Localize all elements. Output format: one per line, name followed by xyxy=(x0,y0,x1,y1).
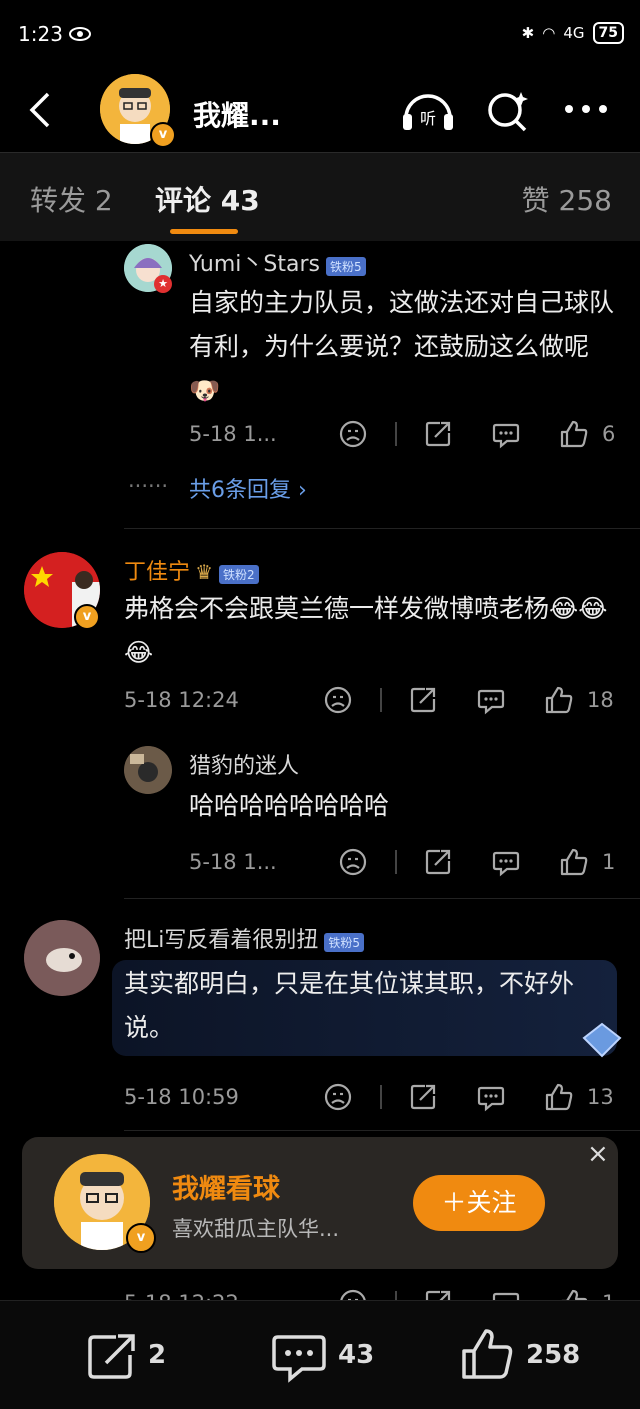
share-icon[interactable] xyxy=(424,848,452,876)
bluetooth-icon: ✱ xyxy=(521,24,535,42)
reply-icon[interactable] xyxy=(492,849,520,877)
dislike-face-icon[interactable] xyxy=(339,848,367,876)
verified-badge-icon: v xyxy=(150,122,176,148)
like-icon[interactable] xyxy=(545,686,573,714)
comment-time: 5-18 1... xyxy=(189,850,277,874)
comment-time: 5-18 12:24 xyxy=(124,688,239,712)
comment-text: 哈哈哈哈哈哈哈哈 xyxy=(189,791,390,820)
reply-icon[interactable] xyxy=(492,421,520,449)
like-count: 258 xyxy=(526,1340,581,1370)
comment-time: 5-18 10:59 xyxy=(124,1085,239,1109)
repost-icon[interactable] xyxy=(86,1331,138,1381)
separator xyxy=(380,1085,382,1109)
fan-badge: 铁粉2 xyxy=(219,565,259,584)
fan-badge: 铁粉5 xyxy=(324,933,365,952)
separator xyxy=(380,688,382,712)
replies-dots: ······ xyxy=(128,474,169,498)
follow-button[interactable]: ＋关注 xyxy=(413,1175,545,1231)
comment-text: 其实都明白，只是在其位谋其职，不好外说。 xyxy=(124,969,575,1042)
avatar[interactable] xyxy=(24,920,100,996)
divider xyxy=(124,528,640,529)
divider xyxy=(124,898,640,899)
tab-repost[interactable]: 转发 2 xyxy=(30,179,113,219)
reply-icon[interactable] xyxy=(477,1084,505,1112)
separator xyxy=(395,850,397,874)
photo-avatar-icon xyxy=(124,746,172,794)
search-icon[interactable] xyxy=(485,88,531,134)
separator xyxy=(395,422,397,446)
comment-icon[interactable] xyxy=(272,1331,326,1383)
like-thumb-icon[interactable] xyxy=(460,1327,514,1381)
svg-text:听: 听 xyxy=(420,109,436,128)
repost-count: 2 xyxy=(148,1340,167,1370)
verified-badge-icon: v xyxy=(126,1223,156,1253)
comment-username[interactable]: 丁佳宁 xyxy=(124,560,190,585)
card-name[interactable]: 我耀看球 xyxy=(172,1167,280,1206)
reply-icon[interactable] xyxy=(477,687,505,715)
comment-time: 5-18 1... xyxy=(189,422,277,446)
comment-username[interactable]: Yumi丶Stars xyxy=(189,252,320,277)
share-icon[interactable] xyxy=(409,686,437,714)
crown-icon: ♛ xyxy=(195,560,214,584)
comment-username[interactable]: 猎豹的迷人 xyxy=(189,748,299,780)
comment-like-count: 13 xyxy=(587,1085,614,1109)
comment-username[interactable]: 把Li写反看着很别扭 xyxy=(124,928,318,953)
fan-badge: 铁粉5 xyxy=(325,257,366,276)
tab-likes[interactable]: 赞 258 xyxy=(522,179,612,219)
like-icon[interactable] xyxy=(560,848,588,876)
like-icon[interactable] xyxy=(545,1083,573,1111)
active-tab-indicator xyxy=(170,229,238,234)
comment-like-count: 1 xyxy=(602,850,616,874)
share-icon[interactable] xyxy=(409,1083,437,1111)
comment-count: 43 xyxy=(338,1340,375,1370)
verified-badge-icon: v xyxy=(74,604,100,630)
like-icon[interactable] xyxy=(560,420,588,448)
header-title: 我耀... xyxy=(193,99,281,132)
share-icon[interactable] xyxy=(424,420,452,448)
headphones-listen-icon[interactable]: 听 xyxy=(400,88,456,132)
back-arrow-icon[interactable] xyxy=(24,90,54,130)
bottom-bar: 2 43 258 xyxy=(0,1300,640,1409)
diamond-decoration-icon xyxy=(582,1022,622,1058)
avatar[interactable] xyxy=(124,746,172,794)
card-description: 喜欢甜瓜主队华... xyxy=(172,1217,340,1241)
wifi-icon: ◠ xyxy=(542,24,556,42)
animal-avatar-icon xyxy=(24,920,100,996)
comment-text: 弗格会不会跟莫兰德一样发微博喷老杨😂😂😂 xyxy=(124,594,608,667)
dislike-face-icon[interactable] xyxy=(339,420,367,448)
dislike-face-icon[interactable] xyxy=(324,1083,352,1111)
view-replies-link[interactable]: 共6条回复 › xyxy=(189,472,307,504)
member-badge-icon: ★ xyxy=(154,275,172,293)
tab-bar: 转发 2 评论 43 赞 258 xyxy=(0,153,640,241)
more-dots-icon[interactable] xyxy=(562,102,612,116)
comment-like-count: 6 xyxy=(602,422,616,446)
top-bar: v 我耀... 听 xyxy=(0,70,640,153)
comment-like-count: 18 xyxy=(587,688,614,712)
status-time: 1:23 xyxy=(18,22,63,46)
divider xyxy=(124,1130,640,1131)
network-label: 4G xyxy=(563,24,585,42)
battery-level: 75 xyxy=(592,22,624,44)
eye-icon xyxy=(69,27,91,41)
status-bar: 1:23 ✱ ◠ 4G 75 xyxy=(0,0,640,70)
dislike-face-icon[interactable] xyxy=(324,686,352,714)
comment-text: 自家的主力队员，这做法还对自己球队有利，为什么要说？还鼓励这么做呢🐶 xyxy=(189,288,615,405)
tab-comments[interactable]: 评论 43 xyxy=(155,179,260,219)
close-icon[interactable]: × xyxy=(587,1139,609,1169)
status-icons: ✱ ◠ 4G 75 xyxy=(522,22,624,44)
